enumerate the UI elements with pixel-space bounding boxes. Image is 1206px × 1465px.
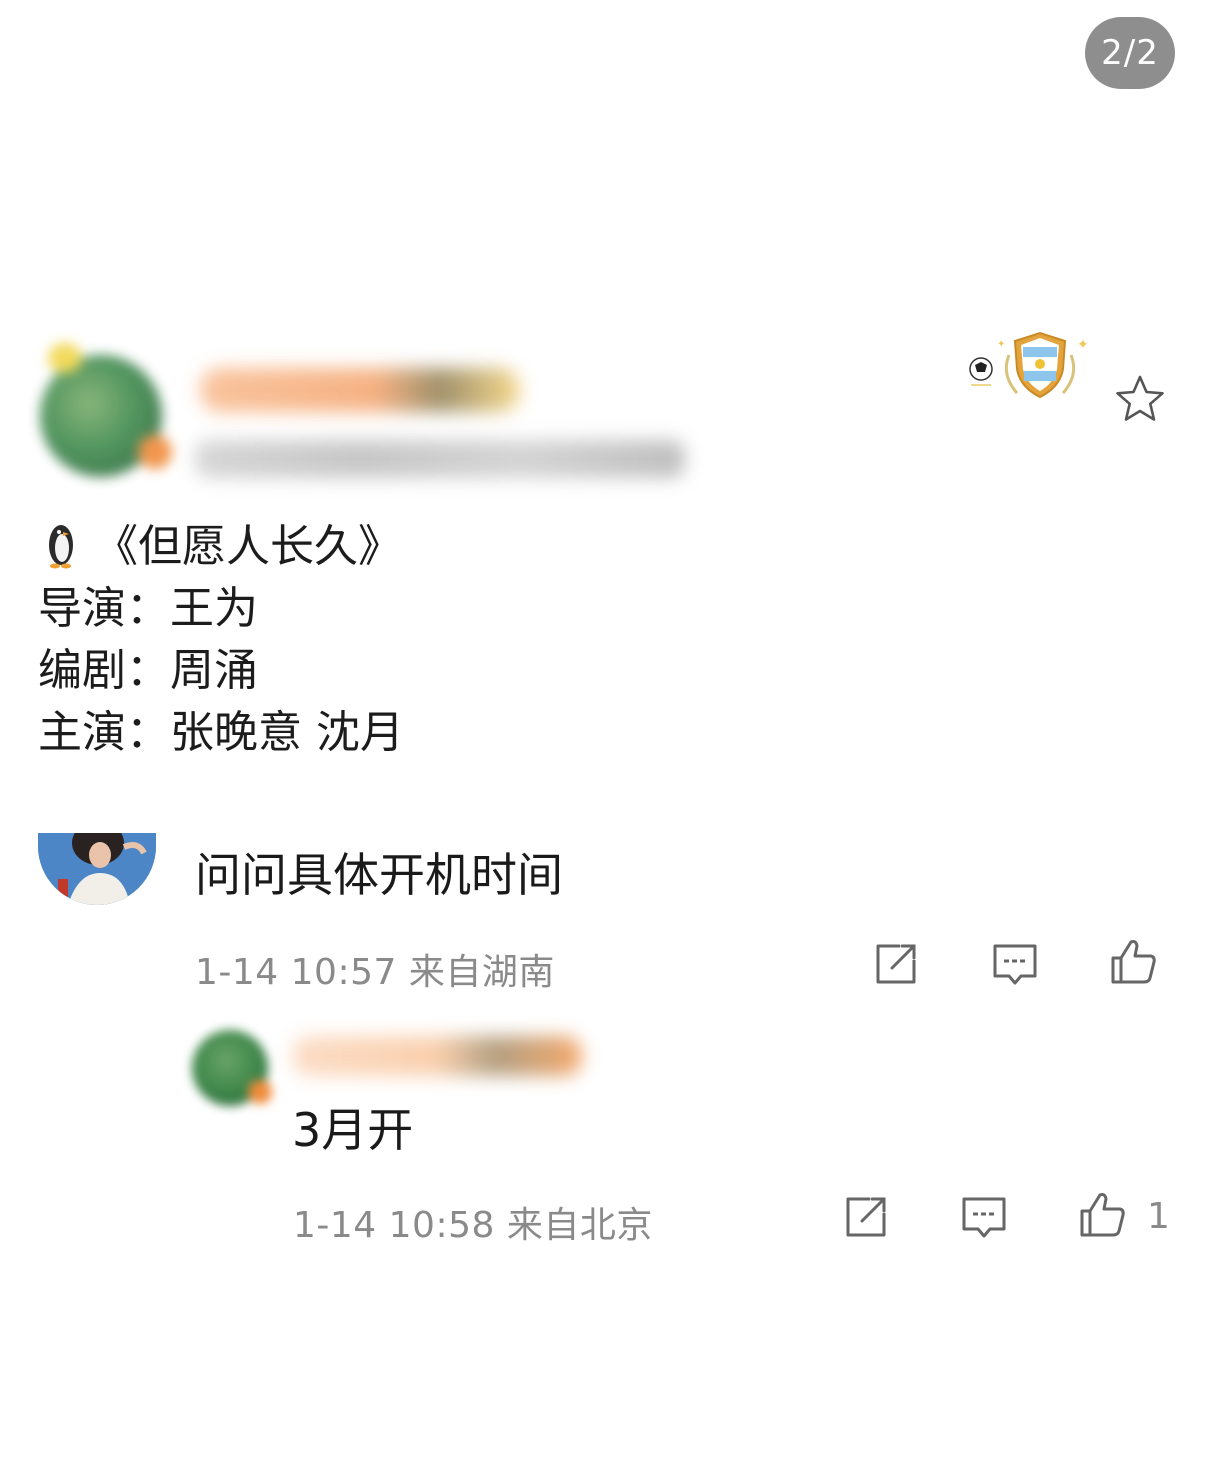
argentina-shield-badge-icon: ✦ ✦: [969, 331, 1089, 399]
like-icon[interactable]: [1107, 936, 1159, 988]
post-title-line: 《但愿人长久》: [38, 515, 404, 578]
reply-share-icon[interactable]: [840, 1191, 892, 1243]
reply-like-icon[interactable]: [1076, 1189, 1128, 1241]
post-cast-line: 主演：张晚意 沈月: [38, 707, 404, 758]
penguin-icon: [49, 525, 73, 569]
svg-text:✦: ✦: [1077, 337, 1089, 353]
comment-icon[interactable]: [989, 938, 1041, 990]
star-icon[interactable]: [1112, 372, 1168, 428]
post-writer-line: 编剧：周涌: [38, 645, 258, 696]
reply-comment-icon[interactable]: [958, 1191, 1010, 1243]
reply-like-count: 1: [1147, 1196, 1170, 1237]
comment-meta: 1-14 10:57 来自湖南: [195, 952, 555, 993]
reply-text: 3月开: [292, 1103, 414, 1157]
comment-text: 问问具体开机时间: [195, 848, 563, 902]
commenter-avatar[interactable]: [38, 833, 156, 905]
post-meta-blurred: [195, 440, 685, 478]
post-author-avatar[interactable]: [40, 343, 172, 477]
reply-meta: 1-14 10:58 来自北京: [293, 1205, 653, 1246]
post-title: 《但愿人长久》: [94, 521, 402, 572]
page-indicator: 2/2: [1085, 17, 1175, 89]
svg-text:✦: ✦: [997, 339, 1005, 350]
post-director-line: 导演：王为: [38, 583, 258, 634]
commenter-avatar-image: [38, 833, 156, 905]
share-icon[interactable]: [870, 938, 922, 990]
replier-avatar[interactable]: [192, 1030, 272, 1106]
post-content: 《但愿人长久》 导演：王为 编剧：周涌 主演：张晚意 沈月: [38, 515, 404, 764]
replier-name-blurred[interactable]: [292, 1036, 582, 1076]
post-author-name-blurred[interactable]: [200, 368, 520, 412]
